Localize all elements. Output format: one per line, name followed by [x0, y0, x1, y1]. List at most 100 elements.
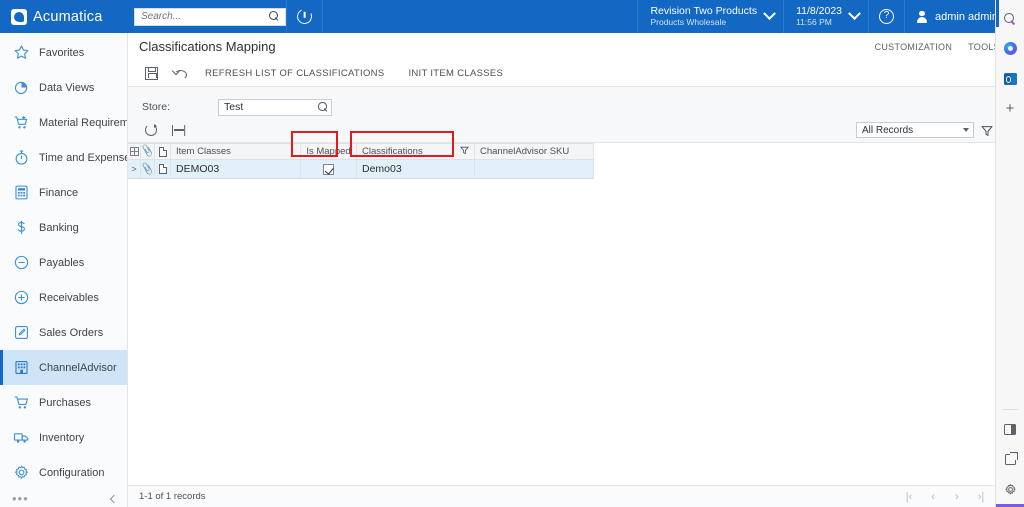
- store-value: Test: [224, 101, 244, 113]
- funnel-icon: [981, 125, 993, 136]
- page-title: Classifications Mapping: [139, 39, 276, 54]
- settings-gear-icon: [1004, 484, 1016, 495]
- sidebar-item-data-views[interactable]: Data Views: [0, 70, 127, 105]
- sidebar-item-label: Purchases: [39, 396, 91, 409]
- magnifier-icon[interactable]: [318, 102, 328, 112]
- grid-column-ca-sku[interactable]: ChannelAdvisor SKU: [475, 144, 594, 159]
- sidebar-item-inventory[interactable]: Inventory: [0, 420, 127, 455]
- global-search[interactable]: [134, 7, 286, 26]
- status-bar: 1-1 of 1 records |‹ ‹ › ›|: [128, 485, 1024, 507]
- sidebar-item-channeladvisor[interactable]: ChannelAdvisor: [0, 350, 127, 385]
- rail-accent: [996, 0, 999, 27]
- is-mapped-checkbox[interactable]: [323, 163, 334, 175]
- search-input[interactable]: [139, 10, 269, 23]
- page-header: Classifications Mapping CUSTOMIZATION TO…: [128, 33, 1024, 60]
- last-page-button[interactable]: ›|: [970, 488, 992, 506]
- sidebar-footer: •••: [0, 490, 127, 507]
- stopwatch-icon: [15, 150, 28, 165]
- init-item-classes-button[interactable]: INIT ITEM CLASSES: [396, 68, 515, 79]
- user-avatar-icon: [915, 10, 928, 23]
- grid-column-files: 📎: [141, 144, 155, 159]
- browser-sidebar-rail: +: [995, 0, 1024, 507]
- filter-form-area: Store: Test All Records: [128, 87, 1024, 143]
- row-notes-button[interactable]: [155, 160, 171, 178]
- rail-search-button[interactable]: [998, 6, 1023, 31]
- rail-panel-toggle-button[interactable]: [998, 417, 1023, 442]
- sidebar-panel-icon: [1004, 424, 1016, 435]
- rail-add-button[interactable]: +: [998, 96, 1023, 121]
- cell-item-classes[interactable]: DEMO03: [171, 160, 301, 178]
- next-page-button[interactable]: ›: [946, 488, 968, 506]
- grid-refresh-button[interactable]: [139, 120, 163, 140]
- sidebar-item-configuration[interactable]: Configuration: [0, 455, 127, 490]
- company-name: Revision Two Products: [650, 5, 758, 17]
- save-button[interactable]: [137, 61, 165, 85]
- sidebar-item-label: Banking: [39, 221, 79, 234]
- rail-copilot-button[interactable]: [998, 36, 1023, 61]
- sidebar-item-finance[interactable]: Finance: [0, 175, 127, 210]
- open-in-new-icon: [1004, 452, 1018, 465]
- sidebar-item-time-and-expenses[interactable]: Time and Expenses: [0, 140, 127, 175]
- refresh-icon: [145, 124, 157, 136]
- grid-column-item-classes[interactable]: Item Classes: [171, 144, 301, 159]
- customization-menu[interactable]: CUSTOMIZATION: [875, 42, 953, 52]
- help-button[interactable]: ?: [869, 0, 904, 33]
- company-branch-selector[interactable]: Revision Two Products Products Wholesale: [638, 0, 783, 33]
- chevron-down-icon: [963, 128, 969, 132]
- brand-name: Acumatica: [33, 8, 103, 25]
- sidebar-item-receivables[interactable]: Receivables: [0, 280, 127, 315]
- previous-page-button[interactable]: ‹: [922, 488, 944, 506]
- cell-ca-sku[interactable]: [475, 160, 594, 178]
- fit-columns-button[interactable]: [167, 120, 191, 140]
- chevron-left-icon[interactable]: [109, 494, 119, 503]
- pie-chart-icon: [14, 81, 28, 95]
- refresh-classifications-button[interactable]: REFRESH LIST OF CLASSIFICATIONS: [193, 68, 396, 79]
- business-date-selector[interactable]: 11/8/2023 11:56 PM: [784, 0, 868, 33]
- cell-classifications[interactable]: Demo03: [357, 160, 475, 178]
- grid-column-classifications[interactable]: Classifications: [357, 144, 475, 159]
- recent-history-icon: [294, 6, 315, 27]
- rail-open-in-new-button[interactable]: [998, 447, 1023, 472]
- rail-outlook-button[interactable]: [998, 66, 1023, 91]
- search-box[interactable]: [134, 7, 286, 26]
- recent-history-button[interactable]: [287, 0, 322, 33]
- sidebar-item-sales-orders[interactable]: Sales Orders: [0, 315, 127, 350]
- row-files-button[interactable]: 📎: [141, 160, 155, 178]
- sidebar-item-material-requirements[interactable]: Material Requirem...: [0, 105, 127, 140]
- business-time: 11:56 PM: [796, 17, 832, 27]
- grid-toolbar: All Records: [128, 118, 1024, 142]
- note-icon: [158, 146, 167, 157]
- grid-column-selector[interactable]: [128, 144, 141, 159]
- store-input[interactable]: Test: [218, 98, 332, 116]
- rail-settings-button[interactable]: [998, 477, 1023, 502]
- cart-plus-icon: [14, 115, 28, 129]
- column-filter-button[interactable]: [460, 146, 469, 158]
- cell-is-mapped[interactable]: [301, 160, 357, 178]
- copilot-icon: [1003, 42, 1017, 55]
- sidebar-item-purchases[interactable]: Purchases: [0, 385, 127, 420]
- filter-settings-button[interactable]: [981, 125, 993, 136]
- fit-columns-icon: [171, 124, 187, 136]
- truck-icon: [13, 433, 29, 443]
- sidebar-item-banking[interactable]: Banking: [0, 210, 127, 245]
- sidebar-item-label: Data Views: [39, 81, 95, 94]
- sidebar-item-label: Payables: [39, 256, 85, 269]
- page-header-actions: CUSTOMIZATION TOOLS: [875, 42, 1014, 52]
- first-page-button[interactable]: |‹: [898, 488, 920, 506]
- records-filter-select[interactable]: All Records: [856, 122, 974, 138]
- paperclip-icon: 📎: [141, 162, 155, 176]
- table-row[interactable]: > 📎 DEMO03 Demo03: [128, 160, 594, 179]
- sidebar-more-button[interactable]: •••: [12, 492, 29, 505]
- top-navigation-bar: Acumatica Revision Two Products Products…: [0, 0, 1024, 33]
- sidebar: Favorites Data Views Material Requirem T…: [0, 33, 128, 507]
- search-icon[interactable]: [269, 11, 280, 22]
- sidebar-item-payables[interactable]: Payables: [0, 245, 127, 280]
- brand-logo-area[interactable]: Acumatica: [0, 0, 128, 33]
- sidebar-item-favorites[interactable]: Favorites: [0, 35, 127, 70]
- paperclip-icon: 📎: [141, 144, 155, 159]
- row-expander[interactable]: >: [128, 160, 141, 178]
- star-icon: [14, 45, 29, 59]
- grid-column-is-mapped[interactable]: Is Mapped: [301, 144, 357, 159]
- undo-icon: [172, 67, 187, 80]
- cancel-button[interactable]: [165, 61, 193, 85]
